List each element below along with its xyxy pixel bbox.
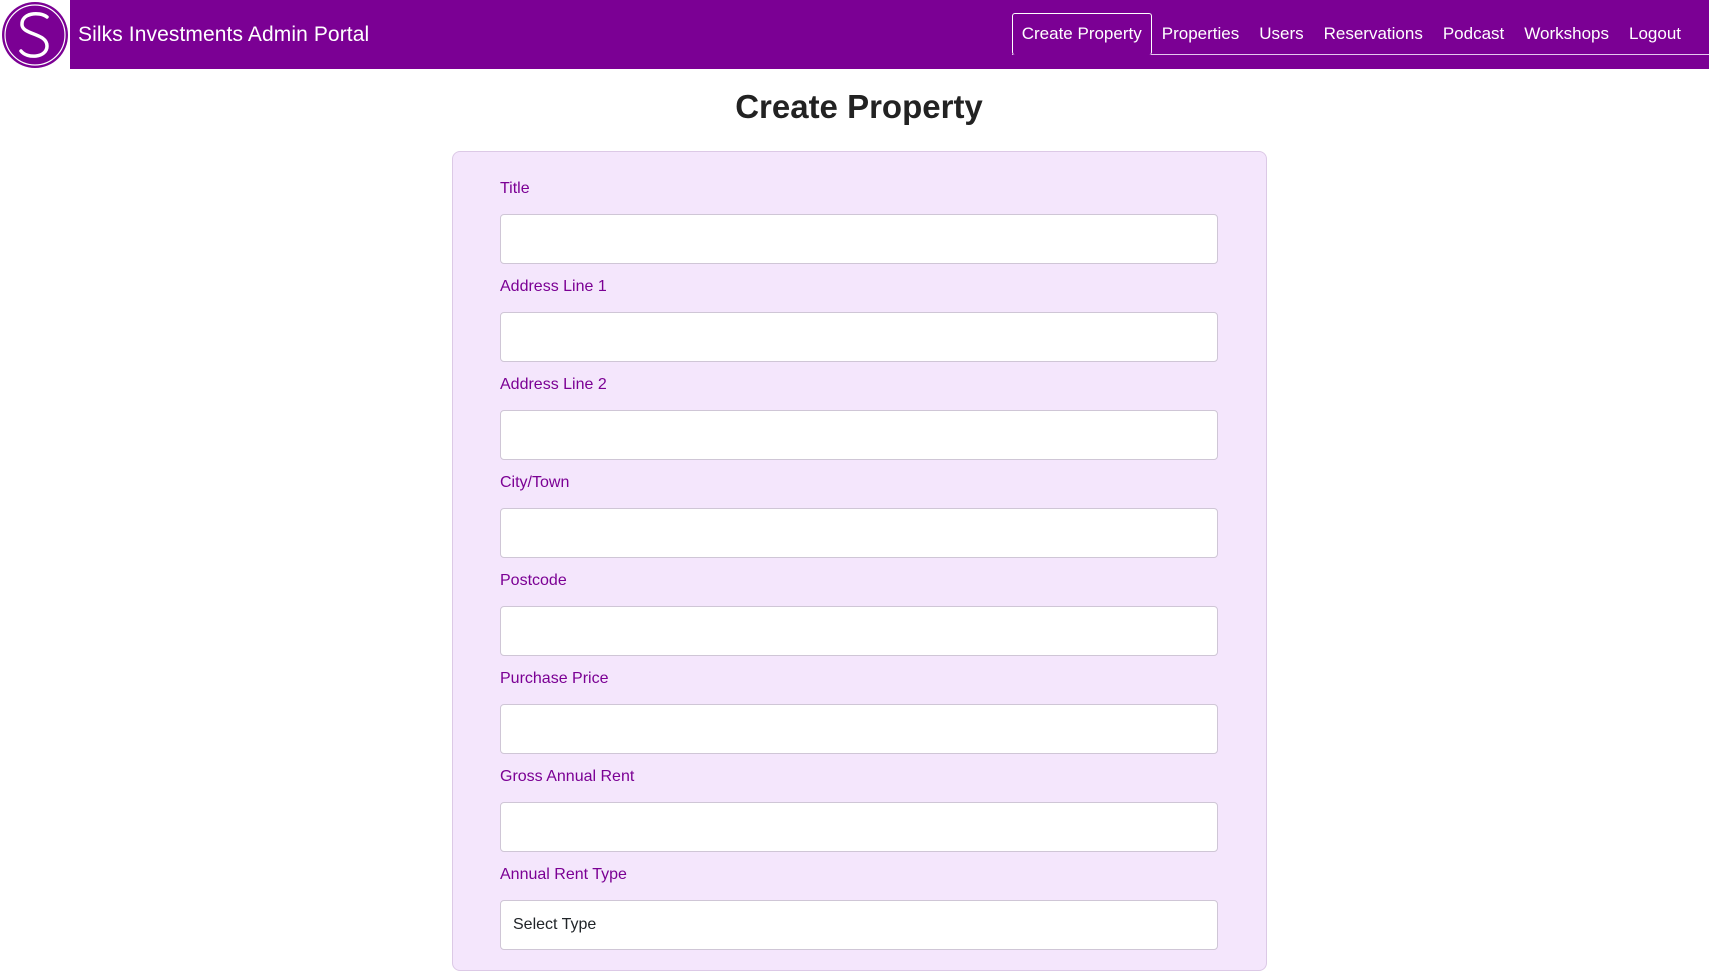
nav-users[interactable]: Users (1249, 13, 1313, 54)
nav-create-property[interactable]: Create Property (1011, 13, 1152, 55)
annual-rent-type-label: Annual Rent Type (500, 866, 627, 883)
postcode-input[interactable] (500, 606, 1218, 656)
city-town-label: City/Town (500, 474, 570, 491)
address-line-2-input[interactable] (500, 410, 1218, 460)
annual-rent-type-selected-value: Select Type (513, 916, 597, 933)
address-line-2-label: Address Line 2 (500, 376, 607, 393)
main-nav: Create Property Properties Users Reserva… (1011, 13, 1709, 55)
brand-title[interactable]: Silks Investments Admin Portal (78, 0, 369, 69)
postcode-label: Postcode (500, 572, 567, 589)
top-navbar: Silks Investments Admin Portal Create Pr… (0, 0, 1709, 69)
address-line-1-input[interactable] (500, 312, 1218, 362)
postcode-field-group: Postcode (500, 570, 1218, 656)
title-input[interactable] (500, 214, 1218, 264)
gross-annual-rent-field-group: Gross Annual Rent (500, 766, 1218, 852)
purchase-price-label: Purchase Price (500, 670, 609, 687)
page-title: Create Property (735, 88, 983, 125)
gross-annual-rent-label: Gross Annual Rent (500, 768, 635, 785)
address-line-1-field-group: Address Line 1 (500, 276, 1218, 362)
create-property-form: Title Address Line 1 Address Line 2 City… (452, 151, 1267, 971)
purchase-price-input[interactable] (500, 704, 1218, 754)
nav-properties[interactable]: Properties (1152, 13, 1249, 54)
title-label: Title (500, 180, 530, 197)
nav-reservations[interactable]: Reservations (1314, 13, 1433, 54)
nav-podcast[interactable]: Podcast (1433, 13, 1514, 54)
logo-icon[interactable] (0, 0, 70, 69)
address-line-2-field-group: Address Line 2 (500, 374, 1218, 460)
nav-workshops[interactable]: Workshops (1514, 13, 1619, 54)
annual-rent-type-select[interactable]: Select Type (500, 900, 1218, 950)
gross-annual-rent-input[interactable] (500, 802, 1218, 852)
nav-logout[interactable]: Logout (1619, 13, 1691, 54)
city-town-input[interactable] (500, 508, 1218, 558)
city-town-field-group: City/Town (500, 472, 1218, 558)
purchase-price-field-group: Purchase Price (500, 668, 1218, 754)
annual-rent-type-field-group: Annual Rent Type Select Type (500, 864, 1218, 950)
address-line-1-label: Address Line 1 (500, 278, 607, 295)
title-field-group: Title (500, 178, 1218, 264)
